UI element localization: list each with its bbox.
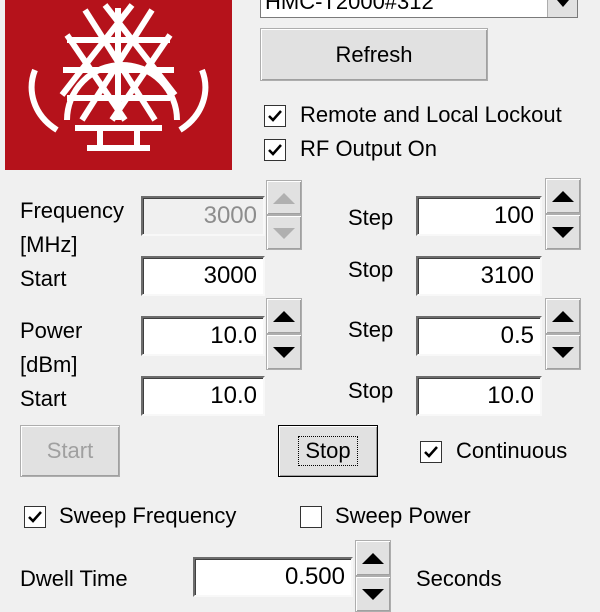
- sweep-power-checkbox[interactable]: [300, 506, 322, 528]
- device-select-value: HMC-T2000#312: [265, 0, 434, 14]
- device-select[interactable]: HMC-T2000#312: [260, 0, 578, 18]
- arrow-down-icon: [362, 589, 384, 600]
- lockout-checkbox[interactable]: [264, 105, 286, 127]
- arrow-up-icon: [552, 191, 574, 202]
- frequency-step-up-button[interactable]: [545, 178, 581, 214]
- stop-button-label: Stop: [298, 436, 358, 466]
- continuous-checkbox[interactable]: [420, 441, 442, 463]
- power-step-label: Step: [348, 317, 394, 342]
- arrow-down-icon: [273, 347, 295, 358]
- arrow-down-icon: [552, 347, 574, 358]
- power-step-spinner[interactable]: [545, 298, 581, 370]
- power-start-label: Start: [20, 386, 67, 411]
- dwell-down-button[interactable]: [355, 576, 391, 612]
- frequency-label: Frequency: [20, 198, 124, 223]
- power-down-button[interactable]: [266, 334, 302, 370]
- power-stop-label: Stop: [348, 378, 394, 403]
- sweep-power-label: Sweep Power: [335, 503, 471, 528]
- power-label: Power: [20, 318, 83, 343]
- stop-button[interactable]: Stop: [278, 425, 378, 477]
- frequency-stop-field[interactable]: 3100: [416, 256, 542, 296]
- power-step-field[interactable]: 0.5: [416, 316, 542, 356]
- frequency-start-label: Start: [20, 266, 67, 291]
- power-step-down-button[interactable]: [545, 334, 581, 370]
- arrow-up-icon: [552, 311, 574, 322]
- frequency-value-field[interactable]: 3000: [141, 196, 265, 236]
- checkmark-icon: [424, 446, 438, 458]
- arrow-up-icon: [273, 311, 295, 322]
- frequency-up-button[interactable]: [266, 180, 302, 215]
- rf-output-checkbox[interactable]: [264, 139, 286, 161]
- power-spinner[interactable]: [266, 298, 302, 370]
- dwell-unit-label: Seconds: [416, 566, 502, 591]
- power-unit-label: [dBm]: [20, 352, 78, 377]
- dwell-up-button[interactable]: [355, 540, 391, 576]
- arrow-up-icon: [273, 193, 295, 204]
- refresh-button-label: Refresh: [335, 41, 413, 67]
- checkmark-icon: [28, 511, 42, 523]
- company-logo: [5, 0, 232, 170]
- start-button[interactable]: Start: [20, 425, 120, 477]
- sweep-frequency-checkbox[interactable]: [24, 506, 46, 528]
- frequency-unit-label: [MHz]: [20, 232, 78, 257]
- chevron-down-icon: [557, 0, 569, 7]
- arrow-down-icon: [273, 228, 295, 239]
- start-button-label: Start: [46, 438, 94, 463]
- sweep-frequency-label: Sweep Frequency: [59, 503, 237, 528]
- frequency-step-down-button[interactable]: [545, 214, 581, 250]
- checkmark-icon: [268, 144, 282, 156]
- power-step-up-button[interactable]: [545, 298, 581, 334]
- frequency-step-field[interactable]: 100: [416, 196, 542, 236]
- power-start-field[interactable]: 10.0: [141, 376, 265, 416]
- dropdown-button[interactable]: [547, 0, 577, 17]
- frequency-spinner[interactable]: [266, 180, 302, 250]
- lockout-label: Remote and Local Lockout: [300, 102, 562, 127]
- frequency-step-label: Step: [348, 205, 394, 230]
- frequency-stop-label: Stop: [348, 257, 394, 282]
- dwell-time-label: Dwell Time: [20, 566, 128, 591]
- rf-output-label: RF Output On: [300, 136, 437, 161]
- power-up-button[interactable]: [266, 298, 302, 334]
- power-stop-field[interactable]: 10.0: [416, 376, 542, 416]
- dwell-time-field[interactable]: 0.500: [193, 557, 353, 597]
- checkmark-icon: [268, 110, 282, 122]
- continuous-label: Continuous: [456, 438, 568, 463]
- frequency-down-button[interactable]: [266, 215, 302, 250]
- power-value-field[interactable]: 10.0: [141, 316, 265, 356]
- arrow-down-icon: [552, 227, 574, 238]
- arrow-up-icon: [362, 553, 384, 564]
- frequency-start-field[interactable]: 3000: [141, 256, 265, 296]
- dwell-time-spinner[interactable]: [355, 540, 391, 612]
- refresh-button[interactable]: Refresh: [260, 28, 488, 81]
- frequency-step-spinner[interactable]: [545, 178, 581, 250]
